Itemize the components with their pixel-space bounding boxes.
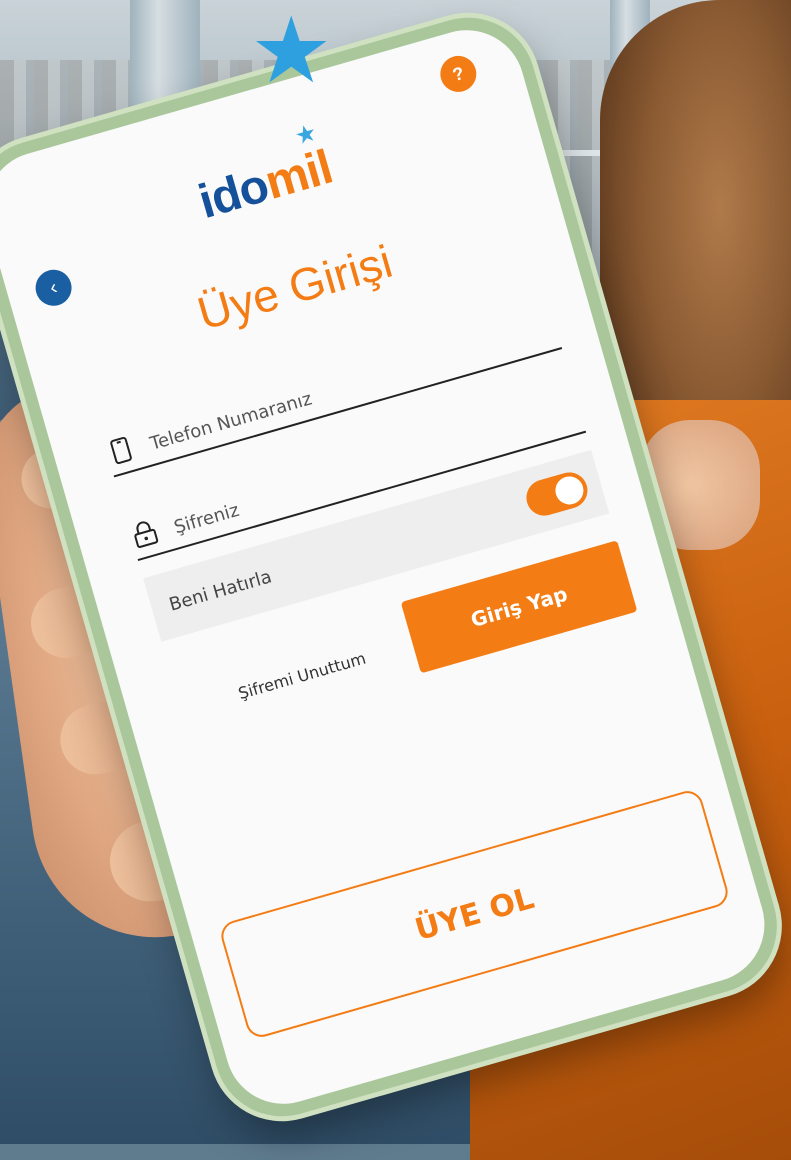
mobile-phone-icon xyxy=(104,433,139,468)
logo-star-icon: ★ xyxy=(291,117,321,151)
decorative-star-icon: ★ xyxy=(250,0,333,104)
register-button[interactable]: ÜYE OL xyxy=(217,787,732,1041)
logo-text-mil: mil xyxy=(259,140,338,211)
help-button[interactable]: ? xyxy=(436,51,481,97)
remember-me-label: Beni Hatırla xyxy=(166,565,274,616)
remember-me-toggle[interactable] xyxy=(522,468,592,520)
toggle-knob xyxy=(552,473,587,508)
lock-icon xyxy=(128,517,163,552)
help-icon: ? xyxy=(450,62,467,85)
forgot-password-link[interactable]: Şifremi Unuttum xyxy=(236,649,368,704)
chevron-left-icon: ‹ xyxy=(47,275,60,299)
